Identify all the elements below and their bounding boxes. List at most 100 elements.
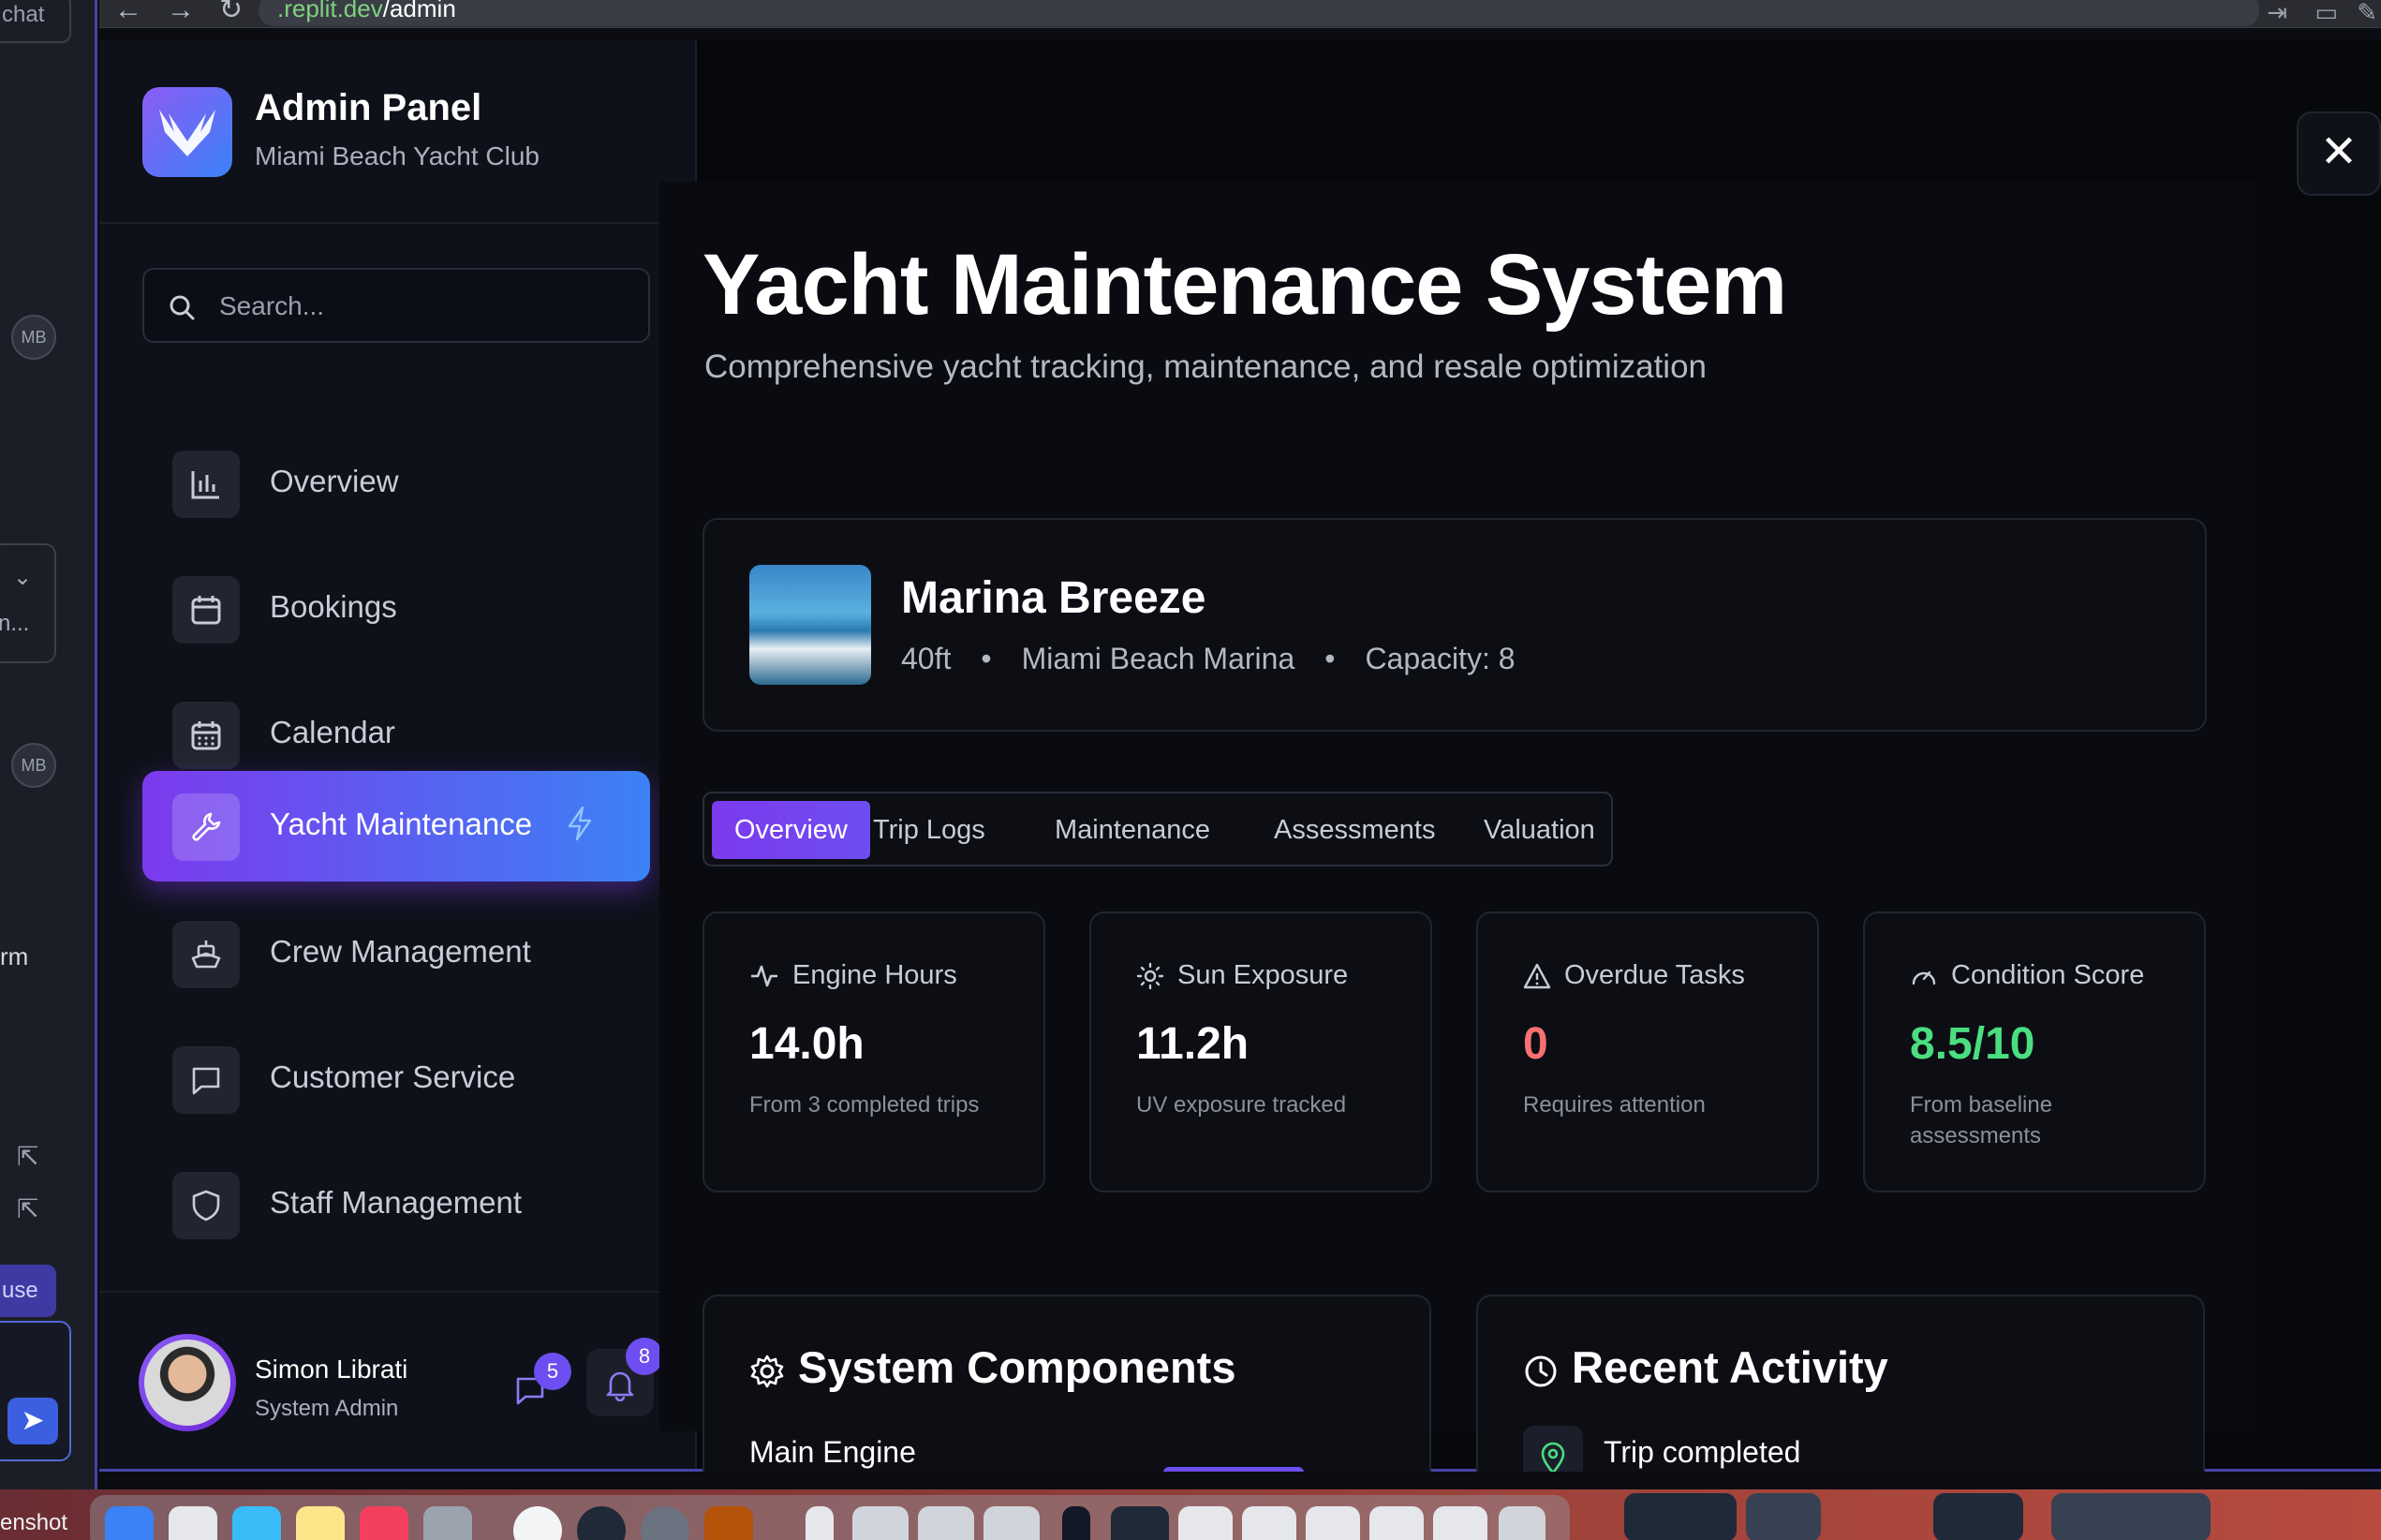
stat-card-condition-score: Condition Score 8.5/10 From baseline ass… [1863, 911, 2206, 1192]
window-thumbnail-5[interactable] [1178, 1506, 1233, 1540]
window-thumbnail-9[interactable] [1433, 1506, 1487, 1540]
stat-card-engine-hours: Engine Hours 14.0h From 3 completed trip… [702, 911, 1045, 1192]
sidebar: Admin Panel Miami Beach Yacht Club Overv… [99, 40, 697, 1469]
notes-icon[interactable] [296, 1506, 345, 1540]
avatar-mb-2[interactable]: MB [11, 743, 56, 788]
share-icon[interactable]: ⇥ [2267, 0, 2287, 27]
brand-subtitle: Miami Beach Yacht Club [255, 141, 540, 170]
avatar[interactable] [139, 1334, 236, 1431]
yacht-location: Miami Beach Marina [1021, 642, 1295, 675]
truncated-rm-text: rm [0, 942, 29, 970]
tab-assessments[interactable]: Assessments [1251, 801, 1457, 859]
sidebar-item-bookings[interactable]: Bookings [142, 554, 650, 664]
search-box[interactable] [142, 268, 650, 343]
tab-trip-logs[interactable]: Trip Logs [850, 801, 1008, 859]
window-thumbnail[interactable] [852, 1506, 909, 1540]
alert-triangle-icon [1523, 964, 1551, 989]
external-link-icon[interactable]: ⇱ [17, 1141, 38, 1172]
terminal-icon[interactable] [1062, 1506, 1090, 1540]
clock-icon [1525, 1355, 1557, 1387]
close-button[interactable]: ✕ [2297, 111, 2381, 196]
trash-icon[interactable] [1499, 1506, 1545, 1540]
launchpad-icon[interactable] [169, 1506, 217, 1540]
stat-card-overdue-tasks: Overdue Tasks 0 Requires attention [1476, 911, 1819, 1192]
system-components-card: System Components Main Engine [702, 1295, 1431, 1472]
notifications-count-badge: 8 [626, 1338, 663, 1375]
lightning-icon [568, 806, 592, 841]
music-icon[interactable] [360, 1506, 408, 1540]
tab-maintenance[interactable]: Maintenance [1032, 801, 1233, 859]
sidebar-item-crew-management[interactable]: Crew Management [142, 898, 650, 1009]
message-composer[interactable]: ➤ [0, 1321, 71, 1461]
close-icon: ✕ [2319, 127, 2359, 177]
yacht-tabs: Overview Trip Logs Maintenance Assessmen… [702, 792, 1613, 866]
sidebar-item-label: Customer Service [270, 1059, 516, 1094]
collapsed-panel[interactable]: ⌄ n... [0, 543, 56, 663]
logo-icon[interactable] [142, 87, 232, 177]
sidebar-item-overview[interactable]: Overview [142, 428, 650, 539]
recent-activity-card: Recent Activity Trip completed [1476, 1295, 2205, 1472]
yacht-length: 40ft [901, 642, 952, 675]
window-thumbnail-3[interactable] [983, 1506, 1040, 1540]
truncated-text: n... [0, 611, 30, 636]
safari-icon[interactable] [232, 1506, 281, 1540]
message-square-icon [172, 1046, 240, 1114]
browser-toolbar: ← → ↻ .replit.dev/admin ⇥ ▭ ✎ [99, 0, 2381, 28]
tab-overview[interactable]: Overview [712, 801, 870, 859]
stat-title: Condition Score [1951, 960, 2145, 990]
stat-note: Requires attention [1523, 1092, 1706, 1118]
map-pin-icon [1523, 1426, 1583, 1472]
stat-value: 11.2h [1136, 1019, 1250, 1069]
stat-card-sun-exposure: Sun Exposure 11.2h UV exposure tracked [1089, 911, 1432, 1192]
window-thumbnail-6[interactable] [1242, 1506, 1296, 1540]
sidebar-item-staff-management[interactable]: Staff Management [142, 1149, 650, 1260]
wrench-icon [172, 793, 240, 861]
address-bar[interactable]: .replit.dev/admin [259, 0, 2259, 26]
user-name: Simon Librati [255, 1355, 408, 1384]
dictionary-icon[interactable] [704, 1506, 753, 1540]
background-app-strip: chat MB ⌄ n... MB rm ⇱ ⇱ use ➤ [0, 0, 97, 1489]
stat-note: From baseline assessments [1910, 1092, 2053, 1148]
yacht-summary-card: Marina Breeze 40ft • Miami Beach Marina • Ca… [702, 518, 2207, 732]
back-icon[interactable]: ← [114, 0, 142, 24]
page-title: Yacht Maintenance System [702, 237, 1787, 333]
chat-tab[interactable]: chat [0, 0, 71, 43]
search-icon [170, 295, 195, 320]
desktop-thumbnail-3[interactable] [1933, 1493, 2023, 1540]
desktop-thumbnail-2[interactable] [1746, 1493, 1821, 1540]
use-button[interactable]: use [0, 1265, 56, 1317]
gauge-icon [1912, 971, 1936, 985]
sidebar-item-yacht-maintenance[interactable]: Yacht Maintenance [142, 771, 650, 881]
external-link-icon-2[interactable]: ⇱ [17, 1193, 38, 1224]
yacht-name: Marina Breeze [901, 573, 1206, 623]
finder-icon[interactable] [105, 1506, 154, 1540]
sidebar-item-customer-service[interactable]: Customer Service [142, 1024, 650, 1134]
messages-button[interactable]: 5 [508, 1353, 571, 1413]
reload-icon[interactable]: ↻ [219, 0, 243, 24]
extension-icon[interactable]: ✎ [2357, 0, 2377, 27]
desktop-thumbnail-4[interactable] [2051, 1493, 2211, 1540]
macos-dock: enshot [0, 1489, 2381, 1540]
url-path: /admin [382, 0, 456, 22]
desktop-thumbnail[interactable] [1624, 1493, 1737, 1540]
window-thumbnail-8[interactable] [1369, 1506, 1424, 1540]
avatar-mb-1[interactable]: MB [11, 315, 56, 360]
page-subtitle: Comprehensive yacht tracking, maintenanc… [704, 348, 1708, 385]
sidebar-item-label: Bookings [270, 589, 397, 624]
screen-icon[interactable]: ▭ [2314, 0, 2338, 27]
stat-note: From 3 completed trips [749, 1092, 980, 1118]
yacht-photo[interactable] [749, 565, 871, 685]
user-profile: Simon Librati System Admin 5 8 [99, 1291, 695, 1469]
stat-title: Engine Hours [792, 960, 957, 990]
forward-icon[interactable]: → [167, 0, 195, 24]
search-input[interactable] [219, 283, 631, 330]
tab-valuation[interactable]: Valuation [1461, 801, 1618, 859]
chevron-down-icon: ⌄ [13, 565, 33, 590]
window-thumbnail-2[interactable] [918, 1506, 974, 1540]
send-icon[interactable]: ➤ [7, 1398, 58, 1444]
document-icon[interactable] [806, 1506, 834, 1540]
window-thumbnail-4[interactable] [1111, 1506, 1169, 1540]
notifications-button[interactable]: 8 [586, 1338, 663, 1416]
window-thumbnail-7[interactable] [1306, 1506, 1360, 1540]
preview-icon[interactable] [423, 1506, 472, 1540]
